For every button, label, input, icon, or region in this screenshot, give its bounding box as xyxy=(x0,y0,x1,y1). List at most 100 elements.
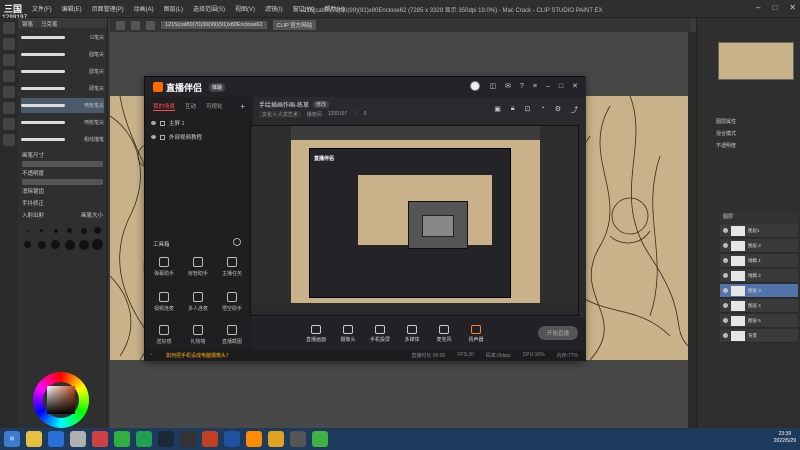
tool-wukong[interactable]: 悟空助手 xyxy=(217,292,247,312)
layer-row[interactable]: 线稿 1 xyxy=(720,254,798,268)
size-preset[interactable] xyxy=(92,225,103,236)
iqiyi-icon[interactable] xyxy=(136,431,152,447)
minimize-icon[interactable]: – xyxy=(756,3,760,12)
size-preset[interactable] xyxy=(92,239,103,250)
bag-icon[interactable]: ◫ xyxy=(489,82,496,90)
tab-marker[interactable]: 马克笔 xyxy=(37,18,62,28)
menu-edit[interactable]: 编辑(E) xyxy=(62,4,82,13)
brush-item[interactable]: 喷枪笔尖 xyxy=(21,115,104,130)
size-preset[interactable] xyxy=(78,239,89,250)
eye-icon[interactable] xyxy=(723,303,728,308)
color-wheel[interactable] xyxy=(33,372,89,428)
brush-item[interactable]: 硬笔尖 xyxy=(21,81,104,96)
brush-item[interactable]: 圆笔尖 xyxy=(21,64,104,79)
brush-item[interactable]: G笔尖 xyxy=(21,30,104,45)
eye-icon[interactable] xyxy=(723,228,728,233)
layer-row[interactable]: 图层1 xyxy=(720,224,798,238)
pen-tool-icon[interactable] xyxy=(3,54,15,66)
minimize-icon[interactable]: – xyxy=(546,83,550,90)
eye-icon[interactable] xyxy=(723,288,728,293)
room-category[interactable]: 文化 > 人文艺术 xyxy=(259,111,301,118)
start-live-button[interactable]: 开始直播 xyxy=(538,326,578,340)
pencil-tool-icon[interactable] xyxy=(3,70,15,82)
add-scene-icon[interactable]: + xyxy=(240,102,245,111)
document-tab[interactable]: 1215(cat80(70)30(99)(91)x80Enclose62 xyxy=(161,21,267,29)
btn-phone-cast[interactable]: 手机投屏 xyxy=(369,324,391,343)
layout-icon[interactable]: ▣ xyxy=(494,105,501,115)
clip-studio-icon[interactable] xyxy=(268,431,284,447)
menu-filter[interactable]: 滤镜(I) xyxy=(265,4,283,13)
btn-live-screen[interactable]: 直播画面 xyxy=(305,324,327,343)
size-preset[interactable] xyxy=(36,239,47,250)
size-preset[interactable] xyxy=(64,239,75,250)
layer-row[interactable]: 图层 2 xyxy=(720,239,798,253)
stream-app-icon[interactable] xyxy=(246,431,262,447)
menu-view[interactable]: 视图(V) xyxy=(235,4,255,13)
lock-icon[interactable]: 🔒︎ xyxy=(511,105,515,115)
game-icon[interactable] xyxy=(180,431,196,447)
vertical-scrollbar[interactable] xyxy=(688,32,696,428)
app-icon[interactable] xyxy=(290,431,306,447)
tab-interact[interactable]: 互动 xyxy=(185,102,196,111)
move-tool-icon[interactable] xyxy=(3,22,15,34)
app-icon[interactable] xyxy=(92,431,108,447)
share-icon[interactable]: ⤴ xyxy=(571,105,578,115)
tool-room-admin[interactable]: 房管助手 xyxy=(183,257,213,277)
size-preset[interactable] xyxy=(50,239,61,250)
brush-item[interactable]: 粗线描笔 xyxy=(21,132,104,147)
bell-icon[interactable]: ◔ xyxy=(540,105,544,115)
tool-screenshot[interactable]: 直播截图 xyxy=(217,325,247,345)
tool-favor[interactable]: 送好感 xyxy=(149,325,179,345)
close-icon[interactable]: ✕ xyxy=(789,3,796,12)
fill-tool-icon[interactable] xyxy=(3,118,15,130)
layer-row[interactable]: 线稿 2 xyxy=(720,269,798,283)
system-clock[interactable]: 23:39 2022/5/29 xyxy=(774,431,796,445)
eraser-tool-icon[interactable] xyxy=(3,102,15,114)
message-icon[interactable]: ✉ xyxy=(505,82,511,90)
unlock-icon[interactable]: ⊡ xyxy=(525,105,531,115)
app-icon[interactable] xyxy=(70,431,86,447)
brush-item-selected[interactable]: 喷枪笔尖 xyxy=(21,98,104,113)
eye-icon[interactable] xyxy=(723,243,728,248)
size-preset[interactable] xyxy=(78,225,89,236)
version-badge[interactable]: 体验 xyxy=(209,82,226,92)
select-tool-icon[interactable] xyxy=(3,38,15,50)
tool-host-task[interactable]: 主播任务 xyxy=(217,257,247,277)
layer-row[interactable]: 图层 5 xyxy=(720,314,798,328)
brush-item[interactable]: 圆笔尖 xyxy=(21,47,104,62)
tool-gift-wall[interactable]: 礼物墙 xyxy=(183,325,213,345)
eye-icon[interactable] xyxy=(151,135,156,139)
brush-tool-icon[interactable] xyxy=(3,86,15,98)
navigator-thumbnail[interactable] xyxy=(718,42,794,80)
start-icon[interactable]: ⊞ xyxy=(4,431,20,447)
browser-icon[interactable] xyxy=(48,431,64,447)
status-tip[interactable]: 如何把手机设成电脑摄像头？ xyxy=(166,352,231,359)
save-icon[interactable] xyxy=(146,20,155,30)
file-explorer-icon[interactable] xyxy=(26,431,42,447)
eye-icon[interactable] xyxy=(723,273,728,278)
open-file-icon[interactable] xyxy=(131,20,140,30)
wechat-icon[interactable] xyxy=(312,431,328,447)
maximize-icon[interactable]: □ xyxy=(559,83,563,90)
eye-icon[interactable] xyxy=(151,121,156,125)
tool-multi-link[interactable]: 多人连麦 xyxy=(183,292,213,312)
text-tool-icon[interactable] xyxy=(3,134,15,146)
tab-my-scenes[interactable]: 我的场景 xyxy=(153,102,176,111)
official-site-tab[interactable]: CLIP 官方网站 xyxy=(272,20,317,30)
size-preset[interactable] xyxy=(64,225,75,236)
maximize-icon[interactable]: □ xyxy=(772,3,777,12)
scene-item[interactable]: 主屏 1 xyxy=(145,116,253,130)
settings-icon[interactable]: ⚙︎ xyxy=(555,105,561,115)
size-preset[interactable] xyxy=(50,225,61,236)
rockstar-icon[interactable] xyxy=(202,431,218,447)
avatar[interactable] xyxy=(470,81,481,91)
menu-animation[interactable]: 动画(A) xyxy=(134,4,154,13)
menu-file[interactable]: 文件(F) xyxy=(32,4,52,13)
edit-badge[interactable]: 修改 xyxy=(313,101,330,108)
steam-icon[interactable] xyxy=(158,431,174,447)
scene-item[interactable]: 外部视频教程 xyxy=(145,130,253,144)
prop-value[interactable]: 画笔大小 xyxy=(81,211,103,219)
eye-icon[interactable] xyxy=(723,258,728,263)
eye-icon[interactable] xyxy=(723,318,728,323)
layer-row-selected[interactable]: 图层 3 xyxy=(720,284,798,298)
